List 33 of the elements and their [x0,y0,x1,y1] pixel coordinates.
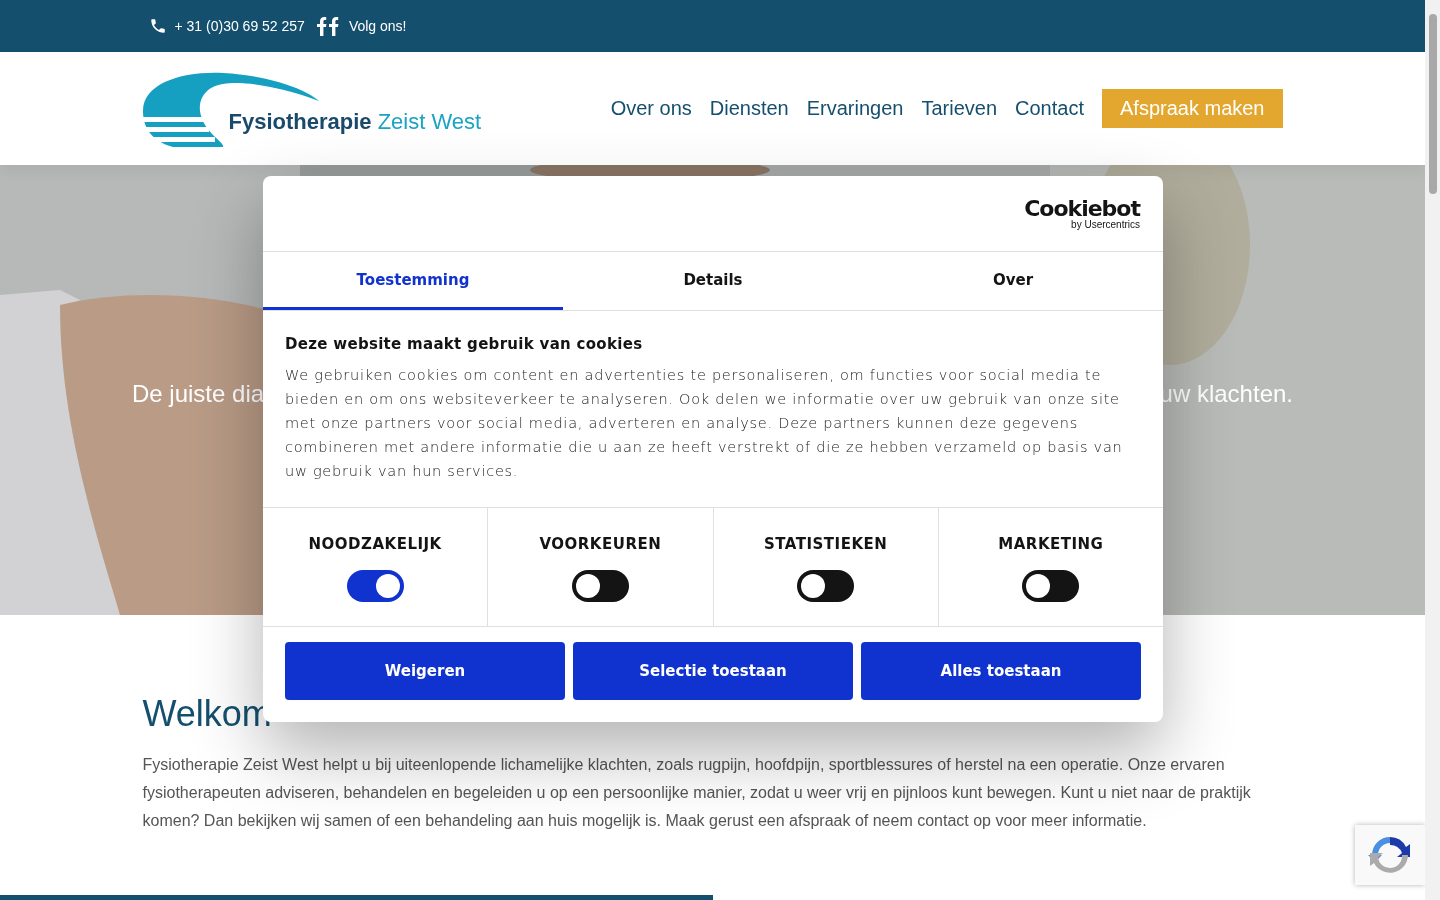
phone-number[interactable]: + 31 (0)30 69 52 257 [174,18,305,34]
nav-link[interactable]: Over ons [610,97,692,120]
logo-text[interactable]: Fysiotherapie Zeist West [228,108,482,135]
category-label: STATISTIEKEN [763,535,888,553]
toggle-switch[interactable] [797,570,855,602]
dialog-tab[interactable]: Details [563,252,863,310]
hero-text: De juiste dia [132,380,265,408]
consent-button[interactable]: Weigeren [285,642,565,700]
nav-link[interactable]: Tarieven [921,97,998,120]
category-label: MARKETING [998,535,1104,553]
toggle-switch[interactable] [346,570,404,602]
dialog-tab[interactable]: Over [863,252,1163,310]
welcome-heading: Welkom [142,693,273,735]
phone-icon [148,17,167,35]
category-label: NOODZAKELIJK [308,535,442,553]
nav-link[interactable]: Diensten [709,97,789,120]
nav-link[interactable]: Ervaringen [806,97,904,120]
welcome-paragraph: Fysiotherapie Zeist West helpt u bij uiteenlopende lichamelijke klachten, zoals rugpijn, hoofdpijn, sportblessures of herstel na een operatie. Onze ervaren fysiotherapeuten adviseren, behandelen en begeleiden u op een persoonlijke manier, zodat u weer vrij en pijnloos kunt bewegen. Kunt u niet naar de praktijk komen? Dan bekijken wij samen of een behandeling aan huis mogelijk is. Maak gerust een afspraak of neem contact op voor meer informatie. [142,755,1252,831]
toggle-switch[interactable] [1022,570,1080,602]
brand-logo: Cookiebot [1024,197,1140,220]
dialog-text: We gebruiken cookies om content en advertenties te personaliseren, om functies voor social media te bieden en om ons websiteverkeer te analyseren. Ook delen we informatie over uw gebruik van onze site met onze partners voor social media, adverteren en analyse. Deze partners kunnen deze gegevens combineren met andere informatie die u aan ze heeft verstrekt of die ze hebben verzameld op basis van uw gebruik van hun services. [285,366,1124,481]
social-link[interactable]: Volg ons! [348,18,407,34]
dialog-title: Deze website maakt gebruik van cookies [285,335,644,353]
nav-link[interactable]: Contact [1015,97,1084,120]
scrollbar[interactable] [1425,0,1440,900]
consent-button[interactable]: Alles toestaan [861,642,1141,700]
dialog-tab[interactable]: Toestemming [263,252,563,310]
brand-tagline: by Usercentrics [1071,219,1140,230]
category-label: VOORKEUREN [539,535,662,553]
recaptcha-badge[interactable] [1355,825,1425,885]
toggle-switch[interactable] [571,570,629,602]
facebook-icon[interactable] [316,16,341,36]
consent-button[interactable]: Selectie toestaan [573,642,853,700]
